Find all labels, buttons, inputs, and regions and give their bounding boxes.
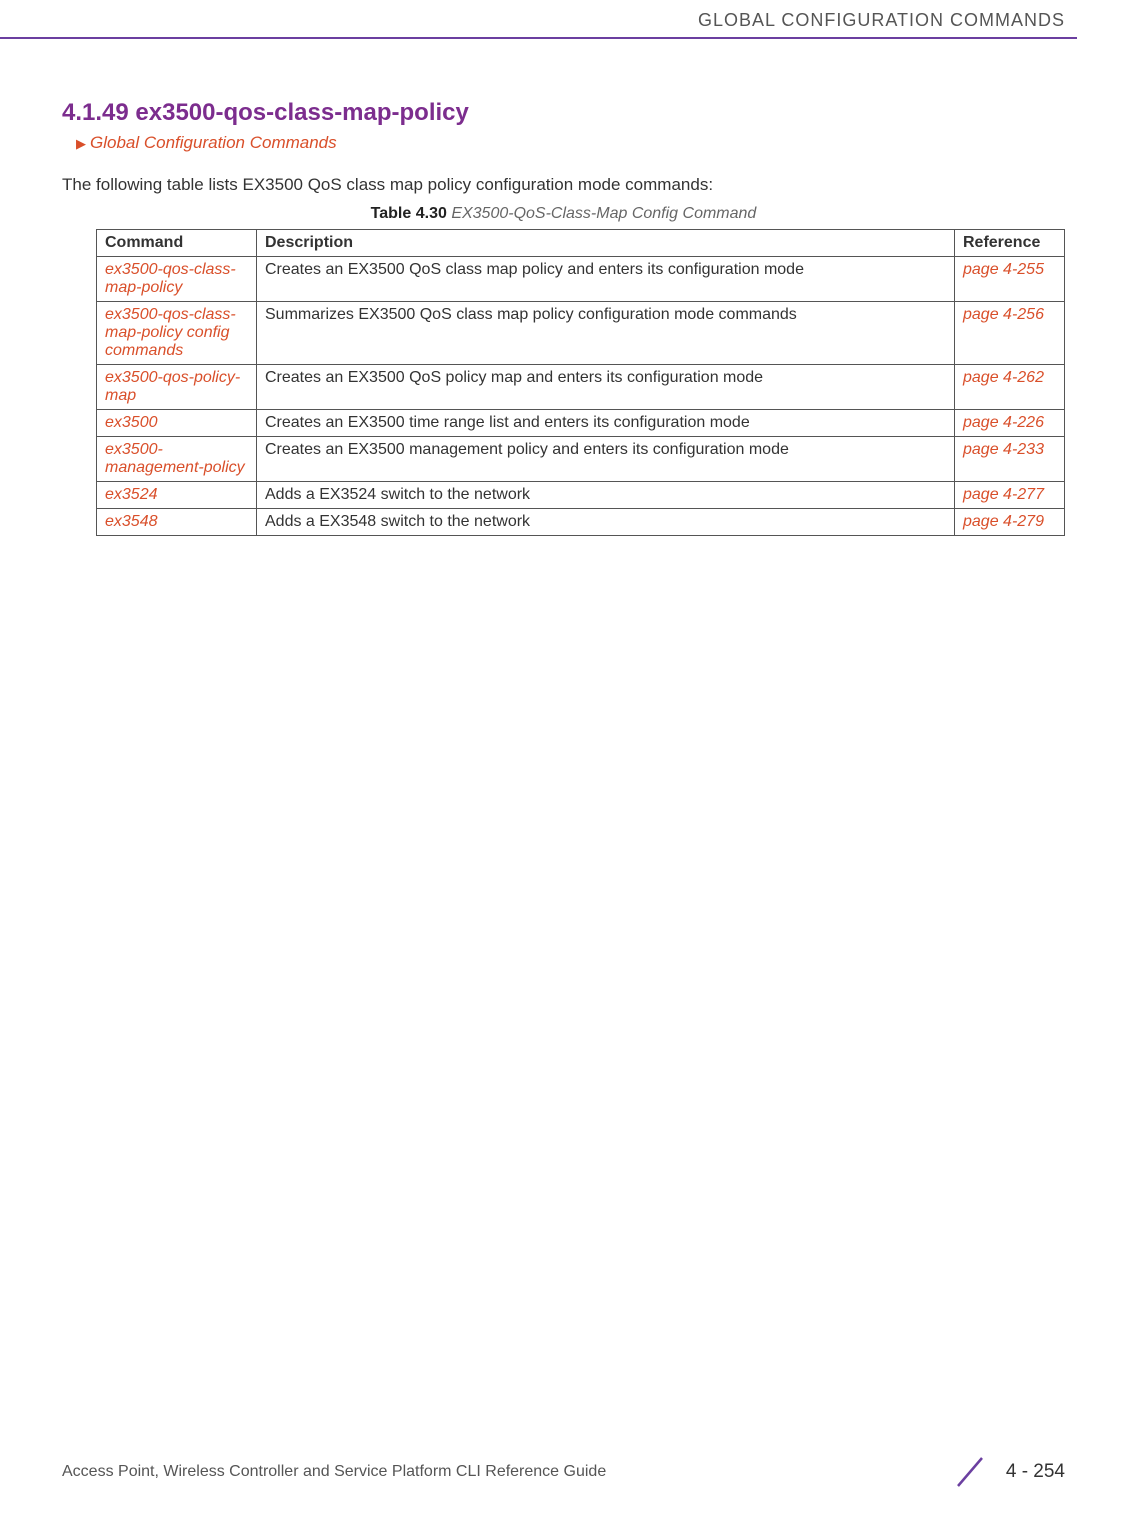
footer-right: 4 - 254 — [952, 1454, 1065, 1490]
description-cell: Creates an EX3500 QoS class map policy a… — [257, 257, 955, 302]
commands-table: Command Description Reference ex3500-qos… — [96, 229, 1065, 536]
table-row: ex3500-qos-policy-map Creates an EX3500 … — [97, 365, 1065, 410]
breadcrumb-text: Global Configuration Commands — [90, 133, 337, 152]
command-link[interactable]: ex3548 — [97, 509, 257, 536]
breadcrumb[interactable]: ▶ Global Configuration Commands — [76, 133, 1065, 153]
description-cell: Adds a EX3548 switch to the network — [257, 509, 955, 536]
command-link[interactable]: ex3500-qos-policy-map — [97, 365, 257, 410]
intro-text: The following table lists EX3500 QoS cla… — [62, 175, 1065, 195]
page-number: 4 - 254 — [1006, 1461, 1065, 1483]
reference-link[interactable]: page 4-233 — [955, 437, 1065, 482]
section-heading: 4.1.49 ex3500-qos-class-map-policy — [62, 99, 1065, 127]
command-link[interactable]: ex3524 — [97, 482, 257, 509]
table-row: ex3524 Adds a EX3524 switch to the netwo… — [97, 482, 1065, 509]
page-footer: Access Point, Wireless Controller and Se… — [0, 1454, 1127, 1490]
table-row: ex3500-management-policy Creates an EX35… — [97, 437, 1065, 482]
footer-left-text: Access Point, Wireless Controller and Se… — [62, 1463, 606, 1481]
table-row: ex3500-qos-class-map-policy config comma… — [97, 302, 1065, 365]
reference-link[interactable]: page 4-262 — [955, 365, 1065, 410]
table-caption-label: Table 4.30 — [371, 205, 447, 222]
content-area: 4.1.49 ex3500-qos-class-map-policy ▶ Glob… — [0, 39, 1127, 536]
table-caption-title: EX3500-QoS-Class-Map Config Command — [451, 205, 756, 222]
breadcrumb-arrow-icon: ▶ — [76, 136, 86, 151]
header-title: GLOBAL CONFIGURATION COMMANDS — [698, 10, 1065, 30]
page-header: GLOBAL CONFIGURATION COMMANDS — [0, 0, 1127, 37]
table-row: ex3500-qos-class-map-policy Creates an E… — [97, 257, 1065, 302]
th-reference: Reference — [955, 230, 1065, 257]
description-cell: Adds a EX3524 switch to the network — [257, 482, 955, 509]
slash-icon — [952, 1454, 988, 1490]
command-link[interactable]: ex3500-qos-class-map-policy config comma… — [97, 302, 257, 365]
reference-link[interactable]: page 4-255 — [955, 257, 1065, 302]
command-link[interactable]: ex3500-qos-class-map-policy — [97, 257, 257, 302]
reference-link[interactable]: page 4-226 — [955, 410, 1065, 437]
reference-link[interactable]: page 4-256 — [955, 302, 1065, 365]
table-caption: Table 4.30 EX3500-QoS-Class-Map Config C… — [62, 205, 1065, 223]
description-cell: Summarizes EX3500 QoS class map policy c… — [257, 302, 955, 365]
table-row: ex3548 Adds a EX3548 switch to the netwo… — [97, 509, 1065, 536]
th-command: Command — [97, 230, 257, 257]
command-link[interactable]: ex3500-management-policy — [97, 437, 257, 482]
reference-link[interactable]: page 4-277 — [955, 482, 1065, 509]
th-description: Description — [257, 230, 955, 257]
description-cell: Creates an EX3500 QoS policy map and ent… — [257, 365, 955, 410]
command-link[interactable]: ex3500 — [97, 410, 257, 437]
description-cell: Creates an EX3500 management policy and … — [257, 437, 955, 482]
table-header-row: Command Description Reference — [97, 230, 1065, 257]
table-row: ex3500 Creates an EX3500 time range list… — [97, 410, 1065, 437]
reference-link[interactable]: page 4-279 — [955, 509, 1065, 536]
description-cell: Creates an EX3500 time range list and en… — [257, 410, 955, 437]
